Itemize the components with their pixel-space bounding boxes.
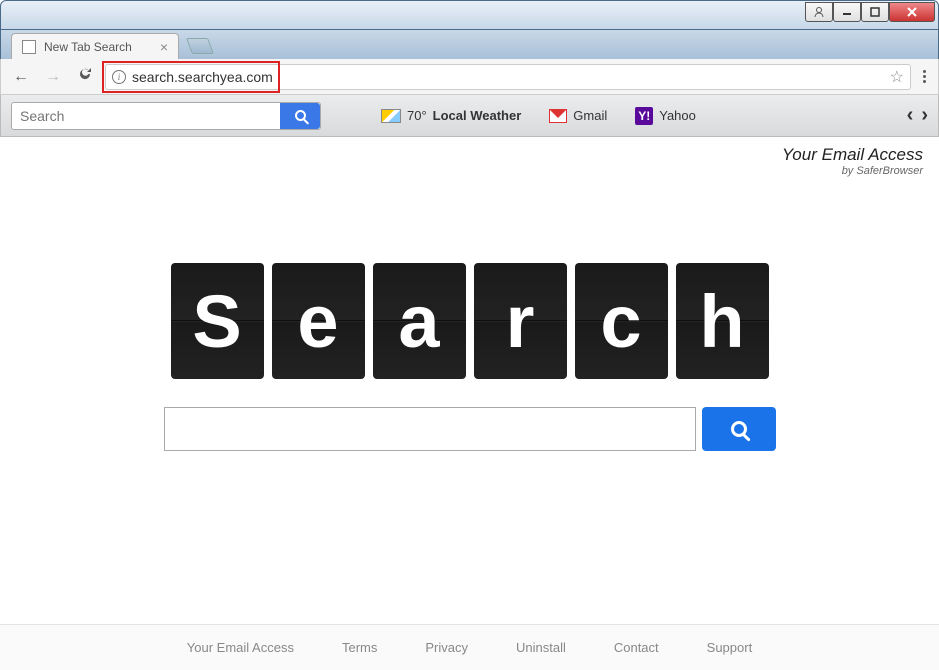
footer-link[interactable]: Privacy [425, 640, 468, 655]
weather-label: Local Weather [433, 108, 522, 123]
new-tab-button[interactable] [186, 38, 214, 54]
address-text: search.searchyea.com [132, 69, 273, 85]
bookmark-star-icon[interactable]: ☆ [890, 67, 904, 87]
main-search [164, 407, 776, 451]
address-bar[interactable]: i search.searchyea.com ☆ [105, 64, 911, 90]
gmail-link[interactable]: Gmail [549, 108, 607, 123]
brand-subtitle: by SaferBrowser [16, 165, 923, 177]
footer-link[interactable]: Terms [342, 640, 377, 655]
main-search-input[interactable] [164, 407, 696, 451]
flip-letter: e [272, 263, 365, 379]
brand-title: Your Email Access [16, 145, 923, 165]
minimize-button[interactable] [833, 2, 861, 22]
footer-link[interactable]: Support [707, 640, 753, 655]
flip-letter: h [676, 263, 769, 379]
info-icon[interactable]: i [112, 70, 126, 84]
main-search-button[interactable] [702, 407, 776, 451]
chrome-menu-button[interactable] [919, 66, 930, 87]
gmail-icon [549, 109, 567, 123]
tab-close-icon[interactable]: × [160, 39, 168, 55]
footer-link[interactable]: Uninstall [516, 640, 566, 655]
footer-link[interactable]: Your Email Access [187, 640, 294, 655]
flip-letter: c [575, 263, 668, 379]
forward-button[interactable]: → [41, 64, 65, 90]
window-titlebar [0, 0, 939, 30]
weather-icon [381, 109, 401, 123]
search-icon [731, 421, 747, 437]
maximize-button[interactable] [861, 2, 889, 22]
back-button[interactable]: ← [9, 64, 33, 90]
weather-link[interactable]: 70° Local Weather [381, 108, 521, 123]
weather-temp: 70° [407, 108, 427, 123]
chevron-left-icon[interactable]: ‹ [907, 104, 914, 127]
tab-strip: New Tab Search × [0, 30, 939, 59]
toolbar-search-input[interactable] [12, 103, 280, 129]
toolbar-pager: ‹ › [907, 104, 928, 127]
main-content: S e a r c h [0, 263, 939, 451]
browser-tab[interactable]: New Tab Search × [11, 33, 179, 59]
extension-toolbar: 70° Local Weather Gmail Y! Yahoo ‹ › [0, 95, 939, 137]
reload-button[interactable] [73, 62, 97, 91]
user-icon[interactable] [805, 2, 833, 22]
flip-letter: S [171, 263, 264, 379]
toolbar-search-button[interactable] [280, 103, 320, 129]
tab-title: New Tab Search [44, 40, 132, 54]
toolbar-links: 70° Local Weather Gmail Y! Yahoo [381, 107, 696, 125]
flip-letter: a [373, 263, 466, 379]
toolbar-search [11, 102, 321, 130]
flip-letter: r [474, 263, 567, 379]
page-icon [22, 40, 36, 54]
window-controls [805, 2, 935, 22]
search-logo: S e a r c h [171, 263, 769, 379]
gmail-label: Gmail [573, 108, 607, 123]
yahoo-icon: Y! [635, 107, 653, 125]
close-button[interactable] [889, 2, 935, 22]
search-icon [295, 110, 306, 121]
branding-block: Your Email Access by SaferBrowser [0, 137, 939, 185]
browser-toolbar: ← → i search.searchyea.com ☆ [0, 59, 939, 95]
yahoo-link[interactable]: Y! Yahoo [635, 107, 696, 125]
yahoo-label: Yahoo [659, 108, 696, 123]
footer: Your Email Access Terms Privacy Uninstal… [0, 624, 939, 670]
chevron-right-icon[interactable]: › [921, 104, 928, 127]
footer-link[interactable]: Contact [614, 640, 659, 655]
